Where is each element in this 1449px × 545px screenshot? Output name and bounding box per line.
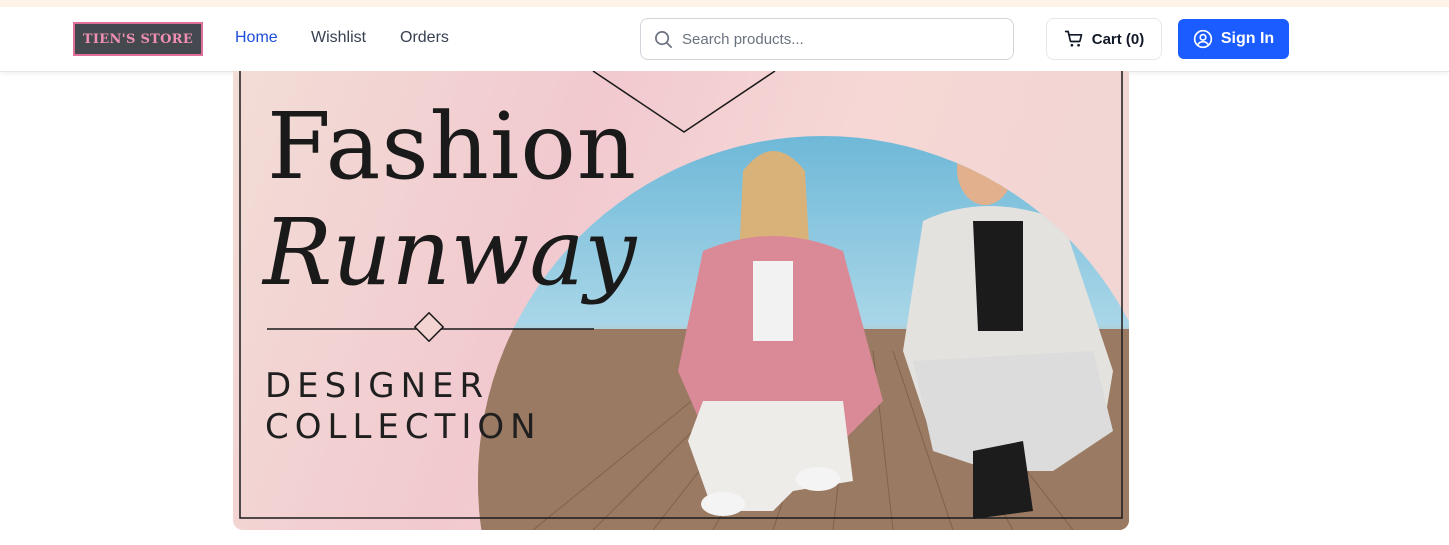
banner-headline-fashion: Fashion [267,93,637,200]
logo-text: TIEN'S STORE [82,31,194,47]
banner-subline-designer: DESIGNER [265,366,490,406]
navbar: TIEN'S STORE Home Wishlist Orders Cart (… [0,7,1449,72]
search-box [640,18,1014,60]
cart-icon [1064,30,1083,47]
store-logo[interactable]: TIEN'S STORE [73,22,203,56]
top-announcement-strip [0,0,1449,7]
sign-in-label: Sign In [1220,30,1275,47]
user-circle-icon [1193,29,1212,49]
cart-label: Cart (0) [1091,30,1145,48]
nav-wishlist-link[interactable]: Wishlist [311,29,366,47]
search-icon [655,30,672,48]
nav-orders-link[interactable]: Orders [400,29,449,47]
nav-home-link[interactable]: Home [235,29,278,47]
banner-subline-collection: COLLECTION [265,407,542,447]
hero-banner[interactable]: Fashion Runway DESIGNER COLLECTION [233,71,1129,530]
cart-button[interactable]: Cart (0) [1046,18,1162,60]
search-input[interactable] [682,30,982,48]
sign-in-button[interactable]: Sign In [1178,19,1289,59]
banner-headline-runway: Runway [263,199,637,306]
diamond-ornament [413,311,445,343]
